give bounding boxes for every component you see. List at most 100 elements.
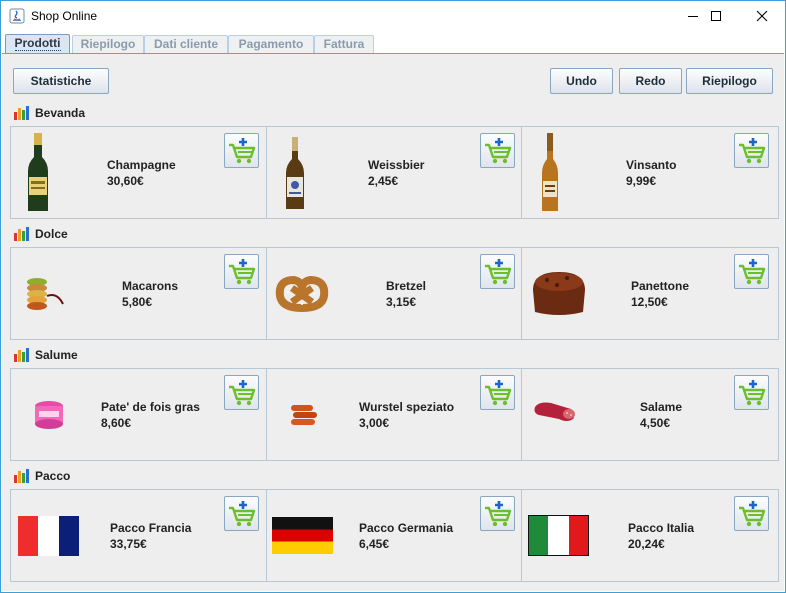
product-card: Macarons 5,80€	[11, 248, 267, 339]
add-cart-icon	[484, 500, 511, 526]
product-name: Champagne	[107, 158, 176, 172]
pretzel-image	[275, 275, 329, 312]
tab-prodotti[interactable]: Prodotti	[5, 34, 70, 54]
add-cart-icon	[484, 258, 511, 284]
add-to-cart-button[interactable]	[224, 375, 259, 410]
product-price: 4,50€	[640, 416, 671, 430]
category-label: Dolce	[35, 227, 68, 241]
tab-pagamento[interactable]: Pagamento	[228, 35, 314, 53]
product-card: Panettone 12,50€	[522, 248, 778, 339]
italy-flag-image	[528, 515, 589, 556]
wine-bottle-image	[542, 133, 558, 211]
panettone-image	[533, 272, 585, 315]
product-card: Vinsanto 9,99€	[522, 127, 778, 218]
macarons-image	[27, 278, 64, 310]
add-cart-icon	[738, 258, 765, 284]
category-label: Bevanda	[35, 106, 86, 120]
tab-riepilogo[interactable]: Riepilogo	[72, 35, 144, 53]
bar-chart-icon	[14, 106, 29, 120]
product-price: 2,45€	[368, 174, 399, 188]
product-name: Pate' de fois gras	[101, 400, 200, 414]
close-icon	[756, 10, 768, 22]
add-to-cart-button[interactable]	[480, 254, 515, 289]
tab-label: Pagamento	[238, 37, 304, 51]
maximize-button[interactable]	[693, 1, 739, 31]
statistics-button[interactable]: Statistiche	[13, 68, 109, 94]
product-name: Bretzel	[386, 279, 427, 293]
bar-chart-icon	[14, 469, 29, 483]
product-name: Pacco Francia	[110, 521, 192, 535]
product-price: 12,50€	[631, 295, 668, 309]
product-price: 30,60€	[107, 174, 144, 188]
add-to-cart-button[interactable]	[734, 375, 769, 410]
java-icon	[9, 8, 25, 24]
germany-flag-image	[272, 517, 333, 554]
add-to-cart-button[interactable]	[224, 254, 259, 289]
add-to-cart-button[interactable]	[734, 133, 769, 168]
statistics-label: Statistiche	[30, 74, 92, 88]
add-cart-icon	[228, 137, 255, 163]
product-name: Salame	[640, 400, 683, 414]
france-flag-image	[18, 516, 79, 556]
add-to-cart-button[interactable]	[480, 133, 515, 168]
product-card: Weissbier 2,45€	[267, 127, 522, 218]
category-header-dolce: Dolce	[14, 226, 68, 242]
category-header-bevanda: Bevanda	[14, 105, 85, 121]
category-row-dolce: Macarons 5,80€ Bretzel 3,15€ Panettone 1…	[10, 247, 779, 340]
add-to-cart-button[interactable]	[734, 254, 769, 289]
product-card: Pate' de fois gras 8,60€	[11, 369, 267, 460]
salami-image	[534, 402, 575, 421]
window-title: Shop Online	[31, 9, 98, 23]
product-card: Wurstel speziato 3,00€	[267, 369, 522, 460]
add-cart-icon	[228, 379, 255, 405]
title-bar: Shop Online	[1, 1, 785, 32]
tab-label: Prodotti	[14, 36, 61, 51]
add-cart-icon	[228, 500, 255, 526]
category-row-salume: Pate' de fois gras 8,60€ Wurstel speziat…	[10, 368, 779, 461]
tab-fattura[interactable]: Fattura	[314, 35, 374, 53]
product-name: Panettone	[631, 279, 690, 293]
product-name: Pacco Italia	[628, 521, 695, 535]
category-label: Pacco	[35, 469, 71, 483]
product-name: Vinsanto	[626, 158, 677, 172]
add-cart-icon	[738, 379, 765, 405]
beer-bottle-image	[286, 137, 304, 209]
add-cart-icon	[484, 137, 511, 163]
bar-chart-icon	[14, 348, 29, 362]
add-to-cart-button[interactable]	[224, 133, 259, 168]
add-cart-icon	[738, 500, 765, 526]
sausages-image	[291, 405, 317, 425]
summary-button[interactable]: Riepilogo	[686, 68, 773, 94]
product-card: Pacco Italia 20,24€	[522, 490, 778, 581]
category-header-pacco: Pacco	[14, 468, 70, 484]
champagne-bottle-image	[28, 133, 48, 211]
app-window: Shop Online Prodotti Riepilogo Dati clie…	[0, 0, 786, 593]
products-panel: Statistiche Undo Redo Riepilogo Bevanda …	[2, 53, 784, 591]
tab-label: Dati cliente	[153, 37, 219, 51]
product-name: Macarons	[122, 279, 179, 293]
tab-label: Riepilogo	[80, 37, 136, 51]
product-price: 9,99€	[626, 174, 657, 188]
undo-label: Undo	[566, 74, 597, 88]
add-to-cart-button[interactable]	[734, 496, 769, 531]
close-button[interactable]	[739, 1, 785, 31]
tab-label: Fattura	[323, 37, 365, 51]
product-price: 3,00€	[359, 416, 390, 430]
product-name: Pacco Germania	[359, 521, 454, 535]
pate-jar-image	[35, 401, 63, 429]
product-card: Salame 4,50€	[522, 369, 778, 460]
product-price: 6,45€	[359, 537, 390, 551]
product-card: Pacco Francia 33,75€	[11, 490, 267, 581]
add-to-cart-button[interactable]	[480, 375, 515, 410]
redo-button[interactable]: Redo	[619, 68, 682, 94]
undo-button[interactable]: Undo	[550, 68, 613, 94]
tab-dati-cliente[interactable]: Dati cliente	[144, 35, 228, 53]
add-to-cart-button[interactable]	[480, 496, 515, 531]
add-cart-icon	[738, 137, 765, 163]
add-to-cart-button[interactable]	[224, 496, 259, 531]
product-price: 8,60€	[101, 416, 132, 430]
product-card: Bretzel 3,15€	[267, 248, 522, 339]
product-price: 5,80€	[122, 295, 153, 309]
product-card: Pacco Germania 6,45€	[267, 490, 522, 581]
add-cart-icon	[484, 379, 511, 405]
